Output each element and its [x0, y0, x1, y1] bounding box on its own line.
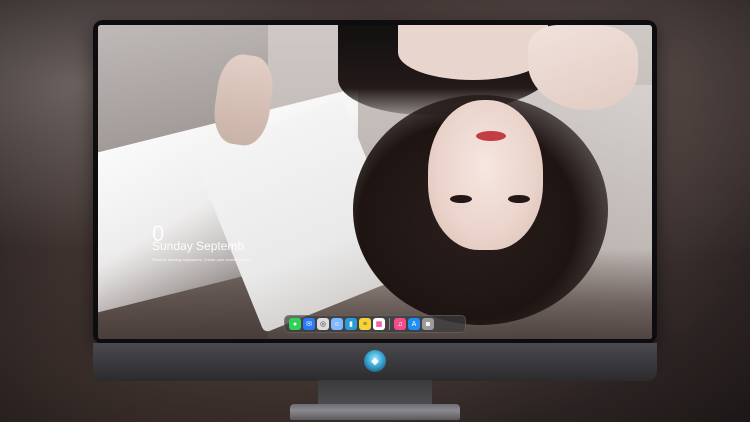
safari-icon[interactable]: ◎	[317, 318, 329, 330]
wallpaper-eye-right	[508, 195, 530, 203]
mail-icon[interactable]: ✉	[303, 318, 315, 330]
app-store-icon[interactable]: A	[408, 318, 420, 330]
notes-icon[interactable]: ≡	[359, 318, 371, 330]
wallpaper-neck	[398, 25, 548, 80]
wallpaper-face	[428, 100, 543, 250]
wallpaper-lips	[476, 131, 506, 141]
robot-logo-icon: ◆	[364, 350, 386, 372]
messages-icon[interactable]: ●	[289, 318, 301, 330]
music-icon[interactable]: ♫	[394, 318, 406, 330]
desktop-screen: 0 Sunday Septemb Resume sharing wallpape…	[98, 25, 652, 339]
photos-icon[interactable]: ▦	[373, 318, 385, 330]
movie-icon[interactable]: ▮	[345, 318, 357, 330]
monitor-stand-neck	[318, 380, 432, 406]
dock-divider	[389, 318, 390, 330]
lock-date: Sunday Septemb	[152, 239, 245, 253]
camera-icon[interactable]: ◙	[422, 318, 434, 330]
lock-hint: Resume sharing wallpapers, Create your s…	[152, 257, 253, 262]
wallpaper-eye-left	[450, 195, 472, 203]
finder-icon[interactable]: ☺	[331, 318, 343, 330]
monitor-stand-base	[290, 404, 460, 420]
dock: ● ✉ ◎ ☺ ▮ ≡ ▦ ♫ A ◙	[284, 315, 466, 333]
